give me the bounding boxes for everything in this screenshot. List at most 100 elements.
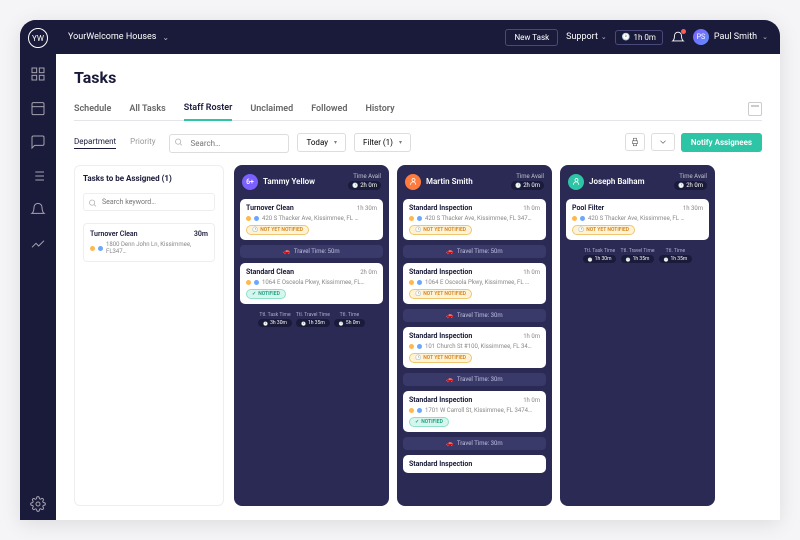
tab-staff-roster[interactable]: Staff Roster	[184, 97, 233, 121]
task-card[interactable]: Standard Inspection 1h 0m 1701 W Carroll …	[403, 391, 546, 432]
status-badge: NOTIFIED	[409, 417, 449, 427]
assign-search-input[interactable]	[83, 193, 215, 211]
task-duration: 30m	[194, 230, 208, 238]
status-badge: NOT YET NOTIFIED	[246, 225, 309, 235]
filter-dropdown[interactable]: Filter (1)▾	[354, 133, 411, 152]
tab-followed[interactable]: Followed	[311, 98, 347, 120]
calendar-icon[interactable]	[748, 102, 762, 116]
task-title: Turnover Clean	[90, 230, 138, 238]
notify-assignees-button[interactable]: Notify Assignees	[681, 133, 762, 152]
status-dot-icon	[417, 280, 422, 285]
task-duration: 1h 0m	[523, 333, 540, 340]
travel-time-row: Travel Time: 50m	[240, 245, 383, 258]
task-card[interactable]: Standard Inspection1h 0m 1064 E Osceola …	[403, 263, 546, 304]
tab-unclaimed[interactable]: Unclaimed	[250, 98, 293, 120]
total-value: 5h 0m	[334, 319, 365, 327]
total-value: 1h 30m	[583, 255, 617, 263]
search-input[interactable]	[169, 134, 289, 153]
search-icon	[88, 199, 97, 208]
time-avail-label: Time Avail	[516, 173, 544, 180]
subtab-department[interactable]: Department	[74, 135, 116, 149]
status-dot-icon	[90, 246, 95, 251]
chevron-down-icon: ⌄	[601, 33, 607, 41]
staff-name: Martin Smith	[426, 177, 506, 186]
tab-history[interactable]: History	[365, 98, 394, 120]
task-title: Standard Inspection	[409, 396, 472, 404]
staff-avatar	[405, 174, 421, 190]
total-value: 1h 35m	[296, 319, 330, 327]
time-avail-label: Time Avail	[679, 173, 707, 180]
status-dot-icon	[417, 408, 422, 413]
status-badge: NOT YET NOTIFIED	[572, 225, 635, 235]
status-badge: NOT YET NOTIFIED	[409, 353, 472, 363]
chevron-down-icon: ⌄	[762, 33, 768, 41]
task-address: 420 S Thacker Ave, Kissimmee, FL 347…	[425, 215, 532, 222]
task-address: 1701 W Carroll St, Kissimmee, FL 3474…	[425, 407, 532, 414]
status-dot-icon	[254, 280, 259, 285]
new-task-button[interactable]: New Task	[505, 29, 558, 46]
travel-time-row: Travel Time: 30m	[403, 309, 546, 322]
unassigned-task-card[interactable]: Turnover Clean 30m 1800 Denn John Ln, Ki…	[83, 223, 215, 262]
staff-name: Tammy Yellow	[263, 177, 343, 186]
total-label: Ttl. Time	[340, 312, 360, 318]
org-switcher[interactable]: YourWelcome Houses ⌄	[68, 32, 169, 42]
total-label: Ttl. Time	[666, 248, 686, 254]
nav-chat-icon[interactable]	[30, 134, 46, 150]
search-wrapper	[169, 131, 289, 153]
travel-time-row: Travel Time: 30m	[403, 437, 546, 450]
user-menu[interactable]: PS Paul Smith ⌄	[693, 29, 768, 45]
task-duration: 2h 0m	[360, 269, 377, 276]
assign-panel-title: Tasks to be Assigned (1)	[83, 174, 215, 183]
status-dot-icon	[417, 344, 422, 349]
task-address: 1064 E Osceola Pkwy, Kissimmee, FL…	[262, 279, 365, 286]
nav-settings-icon[interactable]	[30, 496, 46, 512]
time-avail-value: 2h 0m	[348, 181, 381, 190]
nav-dashboard-icon[interactable]	[30, 66, 46, 82]
status-dot-icon	[409, 216, 414, 221]
task-card[interactable]: Standard Inspection	[403, 455, 546, 473]
tab-all-tasks[interactable]: All Tasks	[129, 98, 165, 120]
status-dot-icon	[98, 246, 103, 251]
task-duration: 1h 0m	[523, 205, 540, 212]
task-card[interactable]: Standard Inspection1h 0m 101 Church St #…	[403, 327, 546, 368]
avatar: PS	[693, 29, 709, 45]
task-address: 1800 Denn John Ln, Kissimmee, FL347…	[106, 241, 208, 255]
task-card[interactable]: Standard Inspection 1h 0m 420 S Thacker A…	[403, 199, 546, 240]
task-address: 420 S Thacker Ave, Kissimmee, FL …	[262, 215, 358, 222]
task-duration: 1h 0m	[523, 397, 540, 404]
column-totals: Ttl. Task Time3h 30mTtl. Travel Time1h 3…	[240, 309, 383, 330]
print-button[interactable]	[625, 133, 645, 151]
options-dropdown[interactable]	[651, 133, 675, 151]
task-card[interactable]: Pool Filter1h 30m 420 S Thacker Ave, Kis…	[566, 199, 709, 240]
time-pill: 1h 0m	[615, 30, 663, 45]
total-value: 1h 35m	[659, 255, 693, 263]
nav-bell-icon[interactable]	[30, 202, 46, 218]
task-title: Standard Inspection	[409, 332, 472, 340]
staff-name: Joseph Balham	[589, 177, 669, 186]
notification-bell-icon[interactable]	[671, 30, 685, 44]
total-value: 3h 30m	[258, 319, 292, 327]
travel-time-row: Travel Time: 30m	[403, 373, 546, 386]
time-avail-value: 2h 0m	[674, 181, 707, 190]
subtab-priority[interactable]: Priority	[130, 135, 155, 149]
task-title: Turnover Clean	[246, 204, 294, 212]
staff-column: Martin Smith Time Avail 2h 0m Standard I…	[397, 165, 552, 506]
time-avail-label: Time Avail	[353, 173, 381, 180]
total-label: Ttl. Task Time	[584, 248, 615, 254]
tabs: Schedule All Tasks Staff Roster Unclaime…	[74, 97, 762, 121]
task-card[interactable]: Turnover Clean 1h 30m 420 S Thacker Ave, …	[240, 199, 383, 240]
tab-schedule[interactable]: Schedule	[74, 98, 111, 120]
status-dot-icon	[580, 216, 585, 221]
staff-avatar	[568, 174, 584, 190]
nav-chart-icon[interactable]	[30, 236, 46, 252]
nav-calendar-icon[interactable]	[30, 100, 46, 116]
task-card[interactable]: Standard Clean2h 0m 1064 E Osceola Pkwy,…	[240, 263, 383, 304]
date-filter-dropdown[interactable]: Today▾	[297, 133, 346, 152]
nav-list-icon[interactable]	[30, 168, 46, 184]
task-duration: 1h 30m	[357, 205, 377, 212]
support-link[interactable]: Support⌄	[566, 32, 607, 42]
task-title: Standard Inspection	[409, 204, 472, 212]
status-dot-icon	[409, 344, 414, 349]
chevron-down-icon: ▾	[399, 139, 402, 146]
status-dot-icon	[246, 280, 251, 285]
